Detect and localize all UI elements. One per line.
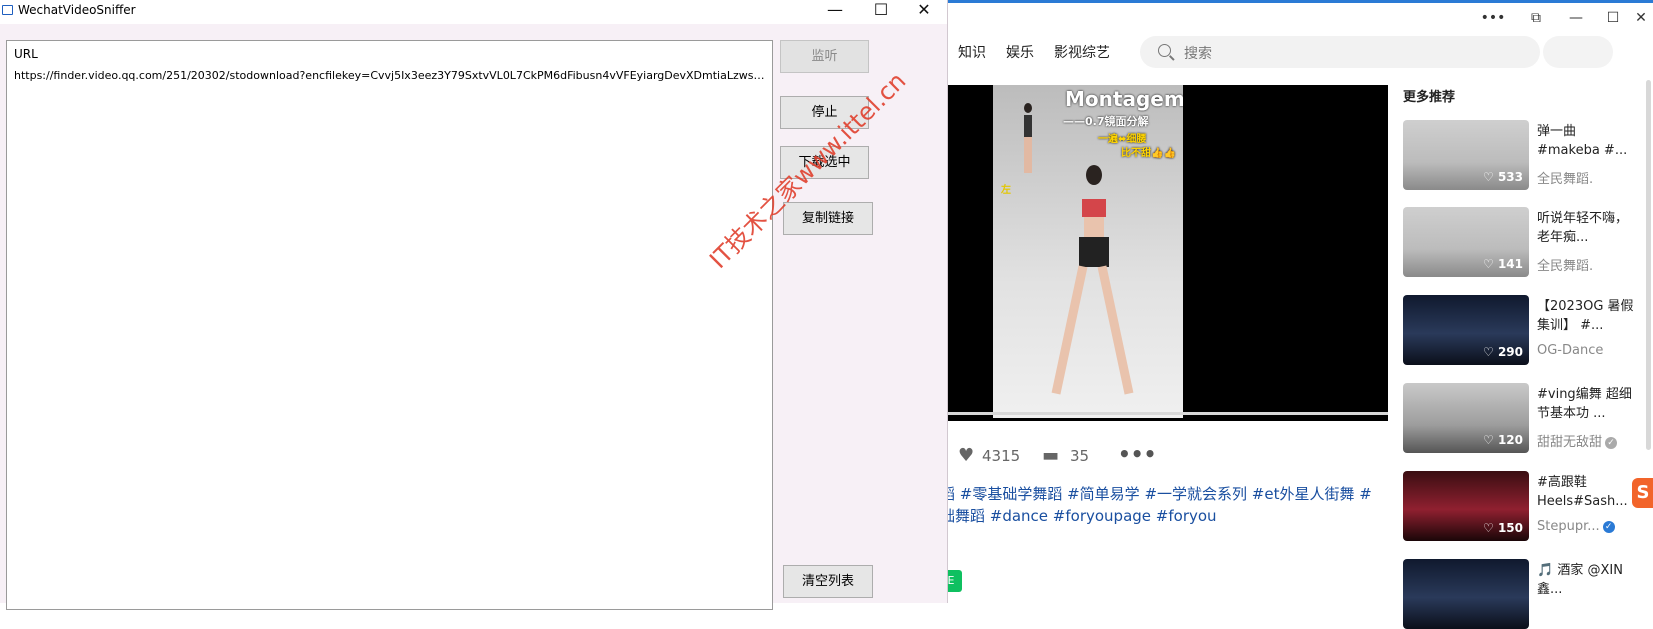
bg-close-button[interactable]: ✕	[1626, 8, 1653, 28]
thumbnail-likes: ♡ 141	[1483, 257, 1523, 271]
heart-icon[interactable]: ♥	[958, 445, 974, 466]
recommendation-author[interactable]: OG-Dance	[1537, 343, 1603, 358]
nav-film-variety[interactable]: 影视综艺	[1054, 42, 1110, 62]
background-dancer	[1021, 103, 1035, 173]
recommendation-author[interactable]: 全民舞蹈.	[1537, 255, 1593, 274]
recommendation-thumbnail[interactable]: ♡ 141	[1403, 207, 1529, 277]
url-column-header[interactable]: URL	[14, 47, 38, 61]
comment-icon[interactable]: ▬	[1042, 445, 1059, 466]
video-progress-bar[interactable]	[940, 412, 1388, 415]
video-overlay-tag: 比不甜👍👍	[1121, 148, 1176, 159]
recommendation-thumbnail[interactable]: ♡ 120	[1403, 383, 1529, 453]
video-hashtags[interactable]: 蹈 #零基础学舞蹈 #简单易学 #一学就会系列 #et外星人街舞 # 础舞蹈 #…	[940, 483, 1380, 527]
url-list[interactable]: URL https://finder.video.qq.com/251/2030…	[6, 40, 773, 610]
nav-knowledge[interactable]: 知识	[958, 42, 986, 62]
recommendation-item[interactable]: ♡ 290 【2023OG 暑假集训】 #... OG-Dance	[1403, 295, 1643, 365]
recommendations-title: 更多推荐	[1403, 90, 1456, 105]
author-name[interactable]: 甜甜无敌甜	[1537, 435, 1602, 450]
nav-entertainment[interactable]: 娱乐	[1006, 42, 1034, 62]
verified-icon: ✓	[1602, 520, 1615, 533]
minimize-button[interactable]: —	[812, 0, 858, 22]
video-overlay-tag: 左	[1001, 185, 1011, 196]
recommendation-item[interactable]: ♡ 120 #ving编舞 超细节基本功 ... 甜甜无敌甜 ✓	[1403, 383, 1643, 453]
copy-link-button[interactable]: 复制链接	[783, 202, 873, 235]
recommendation-author[interactable]: 甜甜无敌甜 ✓	[1537, 431, 1618, 450]
account-button[interactable]	[1543, 36, 1613, 68]
dancer-figure	[1051, 165, 1134, 410]
video-frame: Montagem ——0.7镜面分解 一遍⬌细腰 比不甜👍👍 左	[993, 85, 1183, 418]
bg-minimize-button[interactable]: —	[1561, 8, 1591, 28]
comment-count: 35	[1070, 447, 1090, 465]
recommendation-title[interactable]: #高跟鞋 Heels#Sash...	[1537, 473, 1637, 511]
video-overlay-subtitle: ——0.7镜面分解	[1063, 115, 1149, 128]
recommendation-item[interactable]: ♡ 141 听说年轻不嗨，老年痴... 全民舞蹈.	[1403, 207, 1643, 277]
recommendation-item[interactable]: 🎵 酒家 @XIN鑫...	[1403, 559, 1643, 629]
recommendation-thumbnail[interactable]: ♡ 290	[1403, 295, 1529, 365]
recommendation-item[interactable]: ♡ 150 #高跟鞋 Heels#Sash... Stepupr... ✓	[1403, 471, 1643, 541]
side-logo-icon[interactable]: S	[1632, 478, 1653, 508]
hashtag-line[interactable]: 础舞蹈 #dance #foryoupage #foryou	[940, 505, 1380, 527]
listen-button[interactable]: 监听	[780, 40, 869, 73]
thumbnail-likes: ♡ 150	[1483, 521, 1523, 535]
verified-icon: ✓	[1605, 436, 1618, 449]
bg-maximize-button[interactable]: ☐	[1598, 8, 1628, 28]
like-count: 4315	[982, 447, 1021, 465]
window-title: WechatVideoSniffer	[18, 3, 136, 17]
recommendation-title[interactable]: 【2023OG 暑假集训】 #...	[1537, 297, 1637, 335]
app-window-icon	[2, 5, 13, 15]
more-options-button[interactable]: •••	[1478, 8, 1508, 28]
recommendation-title[interactable]: 🎵 酒家 @XIN鑫...	[1537, 561, 1637, 599]
search-placeholder: 搜索	[1184, 46, 1212, 62]
close-button[interactable]: ✕	[901, 0, 947, 22]
clear-list-button[interactable]: 清空列表	[783, 565, 873, 598]
recommendation-thumbnail[interactable]	[1403, 559, 1529, 629]
video-overlay-tag: 一遍⬌细腰	[1098, 134, 1147, 145]
maximize-button[interactable]: ☐	[858, 0, 904, 22]
recommendation-thumbnail[interactable]: ♡ 150	[1403, 471, 1529, 541]
recommendation-title[interactable]: 弹一曲 #makeba #...	[1537, 122, 1637, 160]
hashtag-line[interactable]: 蹈 #零基础学舞蹈 #简单易学 #一学就会系列 #et外星人街舞 #	[940, 483, 1380, 505]
scrollbar[interactable]	[1646, 80, 1651, 450]
thumbnail-likes: ♡ 120	[1483, 433, 1523, 447]
more-dots-icon[interactable]: •••	[1118, 442, 1156, 466]
recommendation-thumbnail[interactable]: ♡ 533	[1403, 120, 1529, 190]
recommendation-title[interactable]: 听说年轻不嗨，老年痴...	[1537, 209, 1637, 247]
recommendation-item[interactable]: ♡ 533 弹一曲 #makeba #... 全民舞蹈.	[1403, 120, 1643, 190]
recommendation-author[interactable]: Stepupr... ✓	[1537, 519, 1615, 534]
video-player[interactable]: Montagem ——0.7镜面分解 一遍⬌细腰 比不甜👍👍 左	[940, 85, 1388, 421]
search-input[interactable]: 搜索	[1140, 36, 1540, 68]
sniffer-window: WechatVideoSniffer — ☐ ✕ URL https://fin…	[0, 0, 948, 610]
recommendation-author[interactable]: 全民舞蹈.	[1537, 168, 1593, 187]
thumbnail-likes: ♡ 533	[1483, 170, 1523, 184]
picture-in-picture-button[interactable]: ⧉	[1521, 8, 1551, 28]
url-list-item[interactable]: https://finder.video.qq.com/251/20302/st…	[14, 69, 769, 82]
search-icon	[1158, 44, 1171, 57]
author-name[interactable]: Stepupr...	[1537, 519, 1600, 534]
video-overlay-title: Montagem	[1065, 87, 1183, 111]
recommendation-title[interactable]: #ving编舞 超细节基本功 ...	[1537, 385, 1637, 423]
title-bar[interactable]: WechatVideoSniffer — ☐ ✕	[0, 0, 947, 24]
thumbnail-likes: ♡ 290	[1483, 345, 1523, 359]
